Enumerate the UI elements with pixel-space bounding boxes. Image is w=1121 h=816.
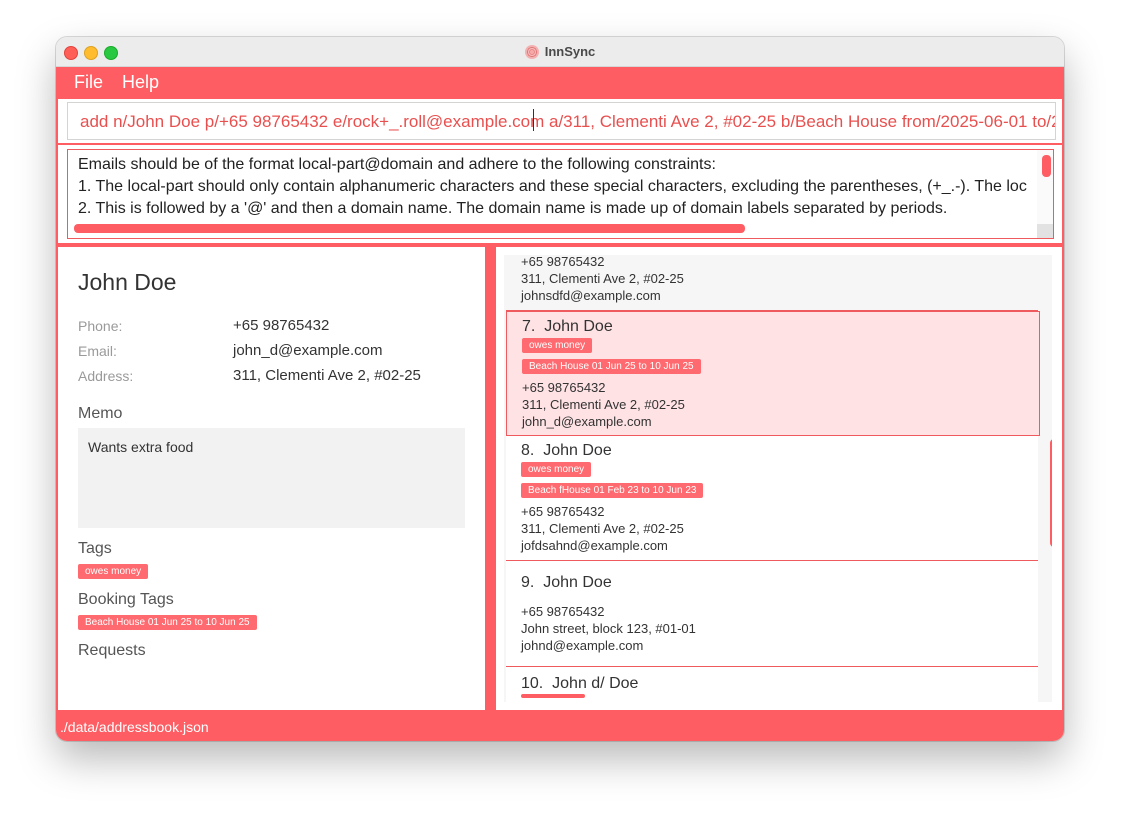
list-item[interactable]: +65 98765432 311, Clementi Ave 2, #02-25… <box>506 255 1038 311</box>
command-text: add n/John Doe p/+65 98765432 e/rock+_.r… <box>80 112 1056 131</box>
card-name: John Doe <box>543 442 612 459</box>
tag-badge: owes money <box>522 338 593 353</box>
email-value: john_d@example.com <box>233 342 383 359</box>
command-input[interactable]: add n/John Doe p/+65 98765432 e/rock+_.r… <box>67 102 1056 140</box>
card-index: 8. <box>521 442 535 459</box>
card-address: John street, block 123, #01-01 <box>521 621 696 636</box>
title-bar: InnSync <box>56 37 1064 67</box>
status-bar: ./data/addressbook.json <box>56 713 1064 741</box>
menu-file[interactable]: File <box>74 72 103 93</box>
result-horizontal-scroll-thumb[interactable] <box>74 224 745 233</box>
card-email: jofdsahnd@example.com <box>521 538 668 553</box>
card-name: John d/ Doe <box>552 675 639 692</box>
result-display-container: Emails should be of the format local-par… <box>56 145 1064 245</box>
card-address: 311, Clementi Ave 2, #02-25 <box>521 271 684 286</box>
list-item-selected[interactable]: 7. John Doe owes money Beach House 01 Ju… <box>506 311 1040 436</box>
email-label: Email: <box>78 343 117 359</box>
memo-box[interactable]: Wants extra food <box>78 428 465 528</box>
menu-bar: File Help <box>56 67 1064 99</box>
card-name: John Doe <box>544 318 613 335</box>
result-line: Emails should be of the format local-par… <box>78 156 716 173</box>
result-vertical-scroll-thumb[interactable] <box>1042 155 1051 177</box>
card-email: johnsdfd@example.com <box>521 288 661 303</box>
result-line: 1. The local-part should only contain al… <box>78 178 1027 195</box>
card-name: John Doe <box>543 574 612 591</box>
detail-name: John Doe <box>78 269 177 295</box>
card-index: 7. <box>522 318 536 335</box>
memo-heading: Memo <box>78 405 123 422</box>
app-logo-icon <box>524 44 539 59</box>
list-horizontal-scroll-thumb[interactable] <box>521 694 585 698</box>
list-item[interactable]: 8. John Doe owes money Beach fHouse 01 F… <box>506 436 1038 561</box>
result-line: 2. This is followed by a '@' and then a … <box>78 200 948 217</box>
command-box-container: add n/John Doe p/+65 98765432 e/rock+_.r… <box>56 99 1064 145</box>
requests-heading: Requests <box>78 642 146 659</box>
card-title: 10. John d/ Doe <box>521 675 638 693</box>
guest-list-panel: +65 98765432 311, Clementi Ave 2, #02-25… <box>496 247 1062 710</box>
list-item[interactable]: 10. John d/ Doe <box>506 667 1038 702</box>
card-address: 311, Clementi Ave 2, #02-25 <box>521 521 684 536</box>
card-phone: +65 98765432 <box>522 380 606 395</box>
booking-tag-badge: Beach fHouse 01 Feb 23 to 10 Jun 23 <box>521 483 704 498</box>
window-title: InnSync <box>544 44 596 59</box>
tag-badge: owes money <box>521 462 592 477</box>
result-display[interactable]: Emails should be of the format local-par… <box>67 149 1054 239</box>
list-item[interactable]: 9. John Doe +65 98765432 John street, bl… <box>506 561 1038 667</box>
card-phone: +65 98765432 <box>521 504 605 519</box>
tag-badge: owes money <box>78 564 149 579</box>
window-title-group: InnSync <box>56 37 1064 66</box>
phone-label: Phone: <box>78 318 123 334</box>
memo-text: Wants extra food <box>88 439 194 455</box>
guest-detail-panel: John Doe Phone: +65 98765432 Email: john… <box>58 247 485 710</box>
card-phone: +65 98765432 <box>521 255 605 269</box>
phone-value: +65 98765432 <box>233 317 330 334</box>
text-caret <box>533 109 534 131</box>
save-location-text: ./data/addressbook.json <box>60 719 209 735</box>
app-window: InnSync File Help add n/John Doe p/+65 9… <box>56 37 1064 741</box>
guest-list[interactable]: +65 98765432 311, Clementi Ave 2, #02-25… <box>504 255 1052 702</box>
card-phone: +65 98765432 <box>521 604 605 619</box>
card-title: 9. John Doe <box>521 574 612 592</box>
card-title: 8. John Doe <box>521 442 612 460</box>
address-value: 311, Clementi Ave 2, #02-25 <box>233 367 421 384</box>
card-address: 311, Clementi Ave 2, #02-25 <box>522 397 685 412</box>
card-index: 10. <box>521 675 544 692</box>
card-title: 7. John Doe <box>522 318 613 336</box>
tags-heading: Tags <box>78 540 112 557</box>
card-email: johnd@example.com <box>521 638 644 653</box>
card-email: john_d@example.com <box>522 414 652 429</box>
list-vertical-scroll-thumb[interactable] <box>1050 439 1052 547</box>
address-label: Address: <box>78 368 134 384</box>
menu-help[interactable]: Help <box>122 72 159 93</box>
scroll-corner <box>1037 224 1053 238</box>
result-vertical-scrollbar[interactable] <box>1037 150 1053 224</box>
booking-tag-badge: Beach House 01 Jun 25 to 10 Jun 25 <box>78 615 257 630</box>
booking-tag-badge: Beach House 01 Jun 25 to 10 Jun 25 <box>522 359 701 374</box>
booking-tags-heading: Booking Tags <box>78 591 174 608</box>
card-index: 9. <box>521 574 535 591</box>
